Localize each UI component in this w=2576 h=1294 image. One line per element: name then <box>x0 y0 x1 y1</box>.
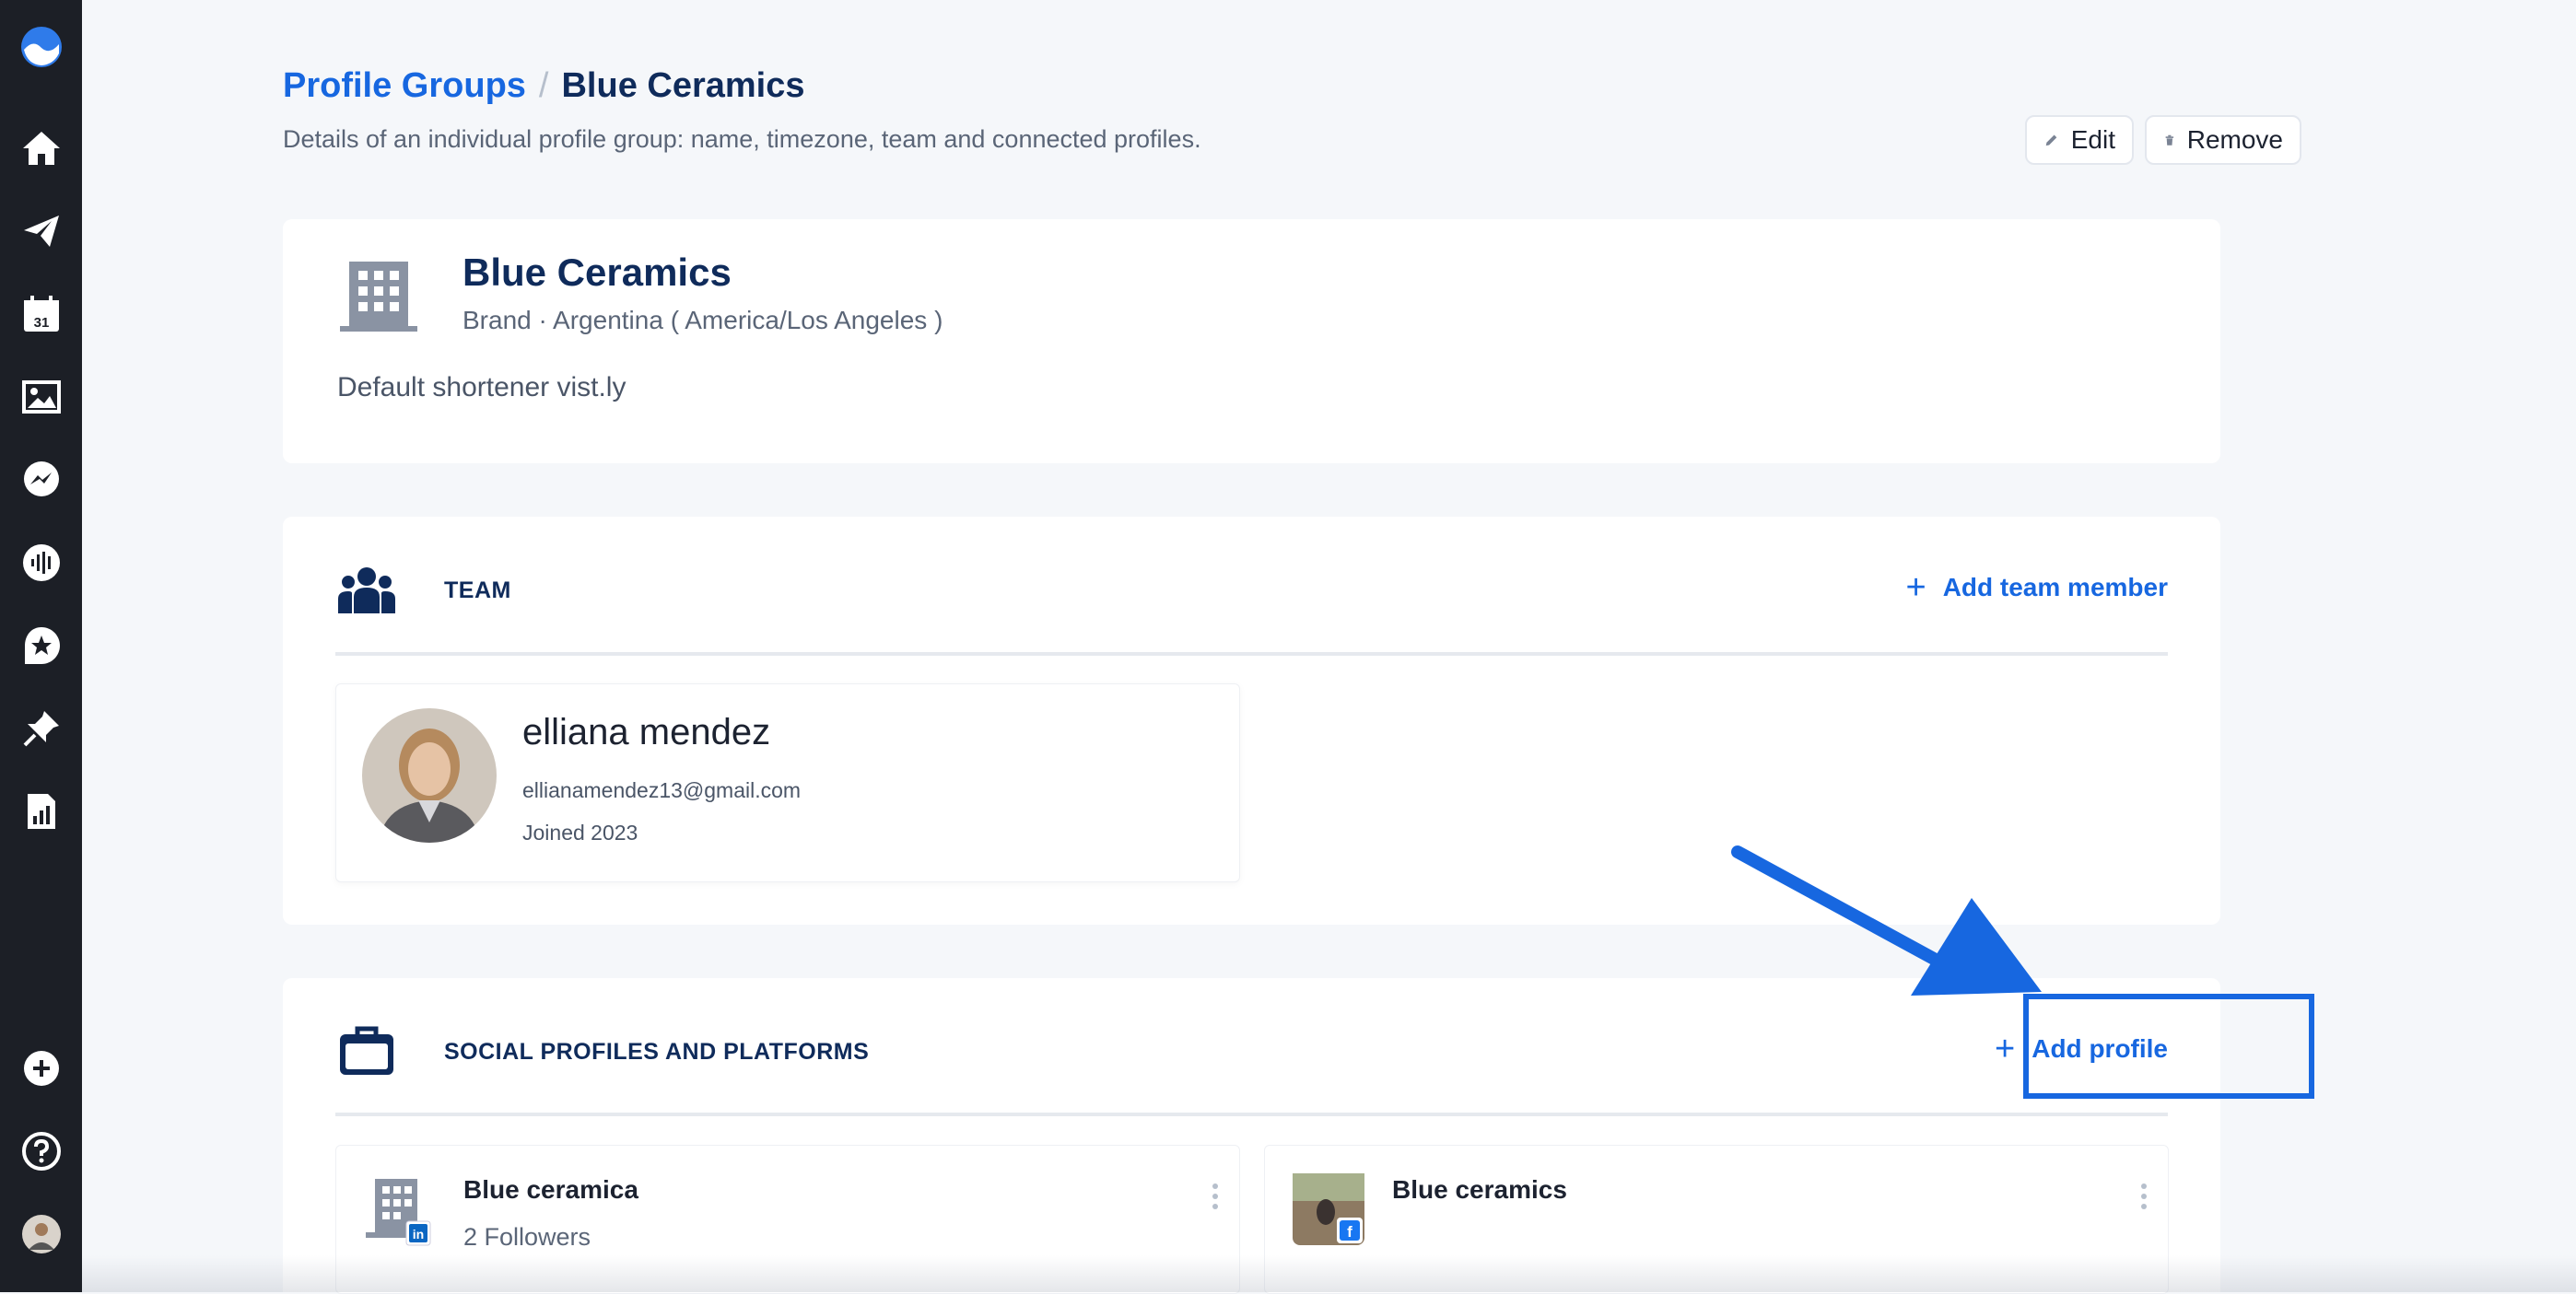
annotation-highlight-box <box>2023 994 2314 1099</box>
member-email: ellianamendez13@gmail.com <box>522 778 802 802</box>
star-badge-icon[interactable] <box>13 617 69 673</box>
section-divider <box>335 1113 2168 1116</box>
team-icon <box>338 567 395 613</box>
pin-icon[interactable] <box>13 700 69 756</box>
page-subtitle: Details of an individual profile group: … <box>283 125 1201 153</box>
member-joined: Joined 2023 <box>522 821 638 845</box>
audio-icon[interactable] <box>13 534 69 590</box>
svg-text:f: f <box>1347 1223 1352 1241</box>
briefcase-icon <box>340 1026 393 1075</box>
plus-icon: + <box>1905 568 1926 607</box>
social-section-title: SOCIAL PROFILES AND PLATFORMS <box>444 1039 870 1065</box>
more-options-icon[interactable] <box>1212 1183 1219 1210</box>
team-member-card[interactable]: elliana mendez ellianamendez13@gmail.com… <box>335 683 1240 882</box>
group-shortener: Default shortener vist.ly <box>337 372 626 402</box>
home-icon[interactable] <box>13 120 69 176</box>
member-avatar <box>362 708 497 843</box>
annotation-arrow <box>1731 845 2042 996</box>
profile-name: Blue ceramica <box>463 1175 638 1204</box>
remove-button-label: Remove <box>2186 125 2283 154</box>
help-icon[interactable] <box>13 1123 69 1179</box>
social-profiles-card: SOCIAL PROFILES AND PLATFORMS + Add prof… <box>283 978 2220 1294</box>
add-icon[interactable] <box>13 1040 69 1096</box>
group-name: Blue Ceramics <box>463 251 732 294</box>
building-icon <box>340 262 417 332</box>
bottom-fade <box>82 1255 2576 1292</box>
linkedin-page-icon: in <box>366 1179 431 1246</box>
more-options-icon[interactable] <box>2140 1183 2148 1210</box>
section-divider <box>335 652 2168 656</box>
profile-followers: 2 Followers <box>463 1223 591 1251</box>
profile-name: Blue ceramics <box>1392 1175 1567 1204</box>
pencil-icon <box>2045 134 2057 146</box>
calendar-icon[interactable]: 31 <box>13 286 69 342</box>
add-team-member-button[interactable]: + Add team member <box>1906 570 2169 605</box>
user-avatar[interactable] <box>13 1206 69 1262</box>
trash-icon <box>2165 134 2174 146</box>
page-title: Blue Ceramics <box>561 66 805 105</box>
svg-text:31: 31 <box>33 315 49 331</box>
plus-icon: + <box>1995 1030 2016 1068</box>
sidebar: 31 <box>0 0 82 1292</box>
group-info-card: Blue Ceramics Brand · Argentina ( Americ… <box>283 219 2220 463</box>
breadcrumb-profile-groups[interactable]: Profile Groups <box>283 66 526 105</box>
report-icon[interactable] <box>13 783 69 839</box>
member-name: elliana mendez <box>522 712 771 752</box>
image-icon[interactable] <box>13 368 69 425</box>
add-team-member-label: Add team member <box>1942 573 2168 601</box>
group-meta: Brand · Argentina ( America/Los Angeles … <box>463 306 943 334</box>
edit-button[interactable]: Edit <box>2025 115 2134 165</box>
edit-button-label: Edit <box>2070 125 2115 154</box>
breadcrumb-separator: / <box>538 66 549 105</box>
facebook-page-icon: f <box>1293 1173 1364 1245</box>
send-icon[interactable] <box>13 203 69 259</box>
remove-button[interactable]: Remove <box>2145 115 2301 165</box>
breadcrumb: Profile Groups / Blue Ceramics <box>283 66 805 106</box>
messenger-icon[interactable] <box>13 451 69 507</box>
svg-text:in: in <box>413 1227 424 1242</box>
team-section-title: TEAM <box>444 577 511 603</box>
logo-icon[interactable] <box>13 18 69 75</box>
